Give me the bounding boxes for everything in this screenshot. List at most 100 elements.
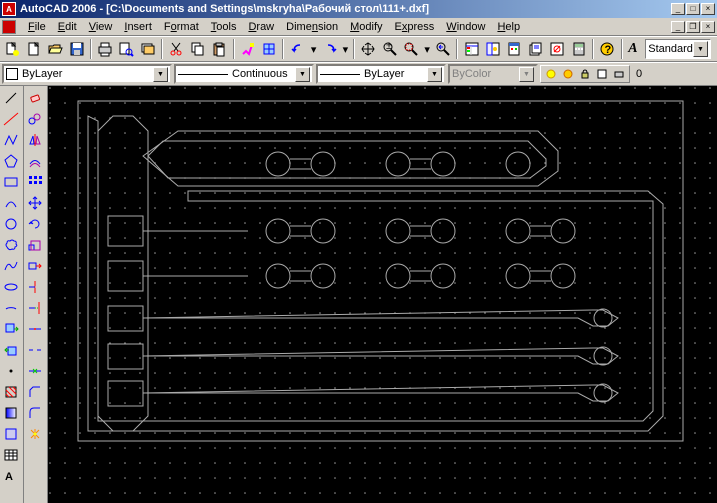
explode-button[interactable] [24,423,46,444]
rotate-button[interactable] [24,213,46,234]
layer-color-icon[interactable] [594,66,610,82]
fillet-button[interactable] [24,402,46,423]
break-button[interactable] [24,339,46,360]
sheet-set-button[interactable] [526,38,546,60]
quickcalc-button[interactable] [569,38,589,60]
region-button[interactable] [0,423,22,444]
publish-button[interactable] [138,38,158,60]
redo-button[interactable] [319,38,339,60]
menu-window[interactable]: Window [440,19,491,35]
linetype-dropdown[interactable]: ▼ [295,67,310,82]
mdi-minimize-button[interactable]: _ [671,21,685,33]
chamfer-button[interactable] [24,381,46,402]
hatch-button[interactable] [0,381,22,402]
spline-button[interactable] [0,255,22,276]
gradient-button[interactable] [0,402,22,423]
construction-line-button[interactable] [0,108,22,129]
layer-on-icon[interactable] [543,66,559,82]
mirror-button[interactable] [24,129,46,150]
trim-button[interactable] [24,276,46,297]
mdi-controls: _ ❐ × [671,21,715,33]
plot-preview-button[interactable] [116,38,136,60]
redo-dropdown[interactable]: ▾ [341,38,350,60]
zoom-previous-button[interactable] [433,38,453,60]
lineweight-value: ByLayer [364,68,404,80]
table-button[interactable] [0,444,22,465]
minimize-button[interactable]: _ [671,3,685,15]
markup-button[interactable] [547,38,567,60]
undo-button[interactable] [287,38,307,60]
ellipse-arc-button[interactable] [0,297,22,318]
tool-palettes-button[interactable] [504,38,524,60]
array-button[interactable] [24,171,46,192]
layer-plot-icon[interactable] [611,66,627,82]
menu-view[interactable]: View [83,19,119,35]
text-style-dropdown[interactable]: ▼ [693,41,708,57]
zoom-dropdown[interactable]: ▾ [422,38,431,60]
qnew-button[interactable] [2,38,22,60]
layer-freeze-icon[interactable] [560,66,576,82]
paste-button[interactable] [209,38,229,60]
zoom-realtime-button[interactable]: ± [380,38,400,60]
layer-dropdown[interactable]: ▼ [153,67,168,82]
layer-combo[interactable]: ByLayer ▼ [2,64,172,84]
ellipse-button[interactable] [0,276,22,297]
copy-obj-button[interactable] [24,108,46,129]
close-button[interactable]: × [701,3,715,15]
match-props-button[interactable] [238,38,258,60]
pan-button[interactable] [358,38,378,60]
menu-insert[interactable]: Insert [118,19,158,35]
copy-button[interactable] [188,38,208,60]
properties-button[interactable] [461,38,481,60]
move-button[interactable] [24,192,46,213]
help-button[interactable]: ? [597,38,617,60]
layer-lock-icon[interactable] [577,66,593,82]
text-style-value: Standard [648,43,693,55]
offset-button[interactable] [24,150,46,171]
menu-express[interactable]: Express [389,19,441,35]
menu-dimension[interactable]: Dimension [280,19,344,35]
plot-button[interactable] [95,38,115,60]
join-button[interactable] [24,360,46,381]
menu-edit[interactable]: Edit [52,19,83,35]
polyline-button[interactable] [0,129,22,150]
arc-button[interactable] [0,192,22,213]
line-button[interactable] [0,87,22,108]
maximize-button[interactable]: □ [686,3,700,15]
linetype-combo[interactable]: Continuous ▼ [174,64,314,84]
cut-button[interactable] [166,38,186,60]
mdi-close-button[interactable]: × [701,21,715,33]
circle-button[interactable] [0,213,22,234]
menu-file[interactable]: File [22,19,52,35]
lineweight-dropdown[interactable]: ▼ [427,67,442,82]
break-at-point-button[interactable] [24,318,46,339]
revision-cloud-button[interactable] [0,234,22,255]
doc-icon[interactable] [2,20,16,34]
undo-dropdown[interactable]: ▾ [309,38,318,60]
lineweight-combo[interactable]: ByLayer ▼ [316,64,446,84]
stretch-button[interactable] [24,255,46,276]
menu-draw[interactable]: Draw [242,19,280,35]
block-editor-button[interactable] [259,38,279,60]
make-block-button[interactable] [0,339,22,360]
rectangle-button[interactable] [0,171,22,192]
mdi-restore-button[interactable]: ❐ [686,21,700,33]
menu-help[interactable]: Help [491,19,526,35]
menu-modify[interactable]: Modify [344,19,388,35]
text-style-combo[interactable]: Standard ▼ [645,39,711,59]
polygon-button[interactable] [0,150,22,171]
menu-tools[interactable]: Tools [205,19,243,35]
scale-button[interactable] [24,234,46,255]
mtext-button[interactable]: A [0,465,22,486]
insert-block-button[interactable] [0,318,22,339]
design-center-button[interactable] [483,38,503,60]
save-button[interactable] [66,38,86,60]
extend-button[interactable] [24,297,46,318]
zoom-window-button[interactable] [401,38,421,60]
drawing-canvas[interactable] [48,86,717,503]
open-button[interactable] [45,38,65,60]
point-button[interactable] [0,360,22,381]
erase-button[interactable] [24,87,46,108]
new-button[interactable] [23,38,43,60]
menu-format[interactable]: Format [158,19,205,35]
